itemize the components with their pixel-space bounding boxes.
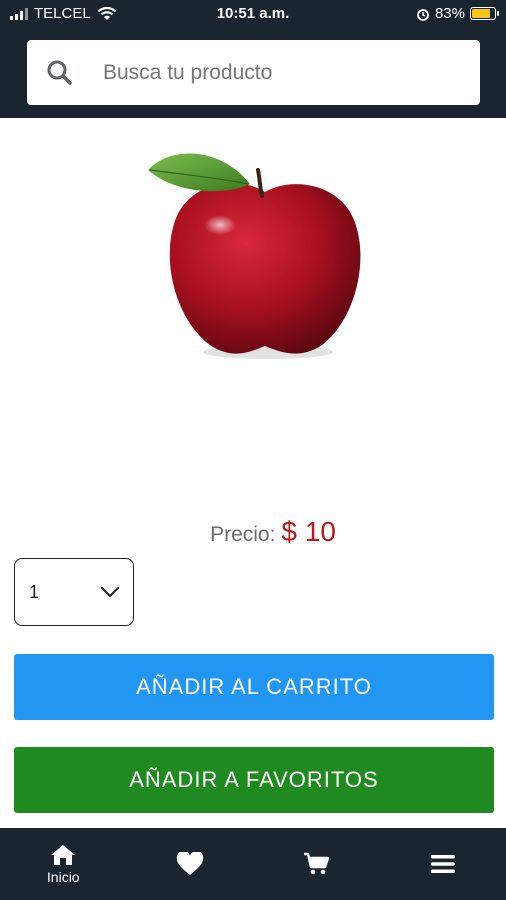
quantity-select[interactable]: 1 [14, 558, 134, 626]
add-to-favorites-button[interactable]: AÑADIR A FAVORITOS [14, 747, 494, 813]
cart-icon[interactable] [303, 852, 330, 876]
menu-icon[interactable] [430, 854, 455, 874]
product-image [148, 153, 361, 359]
nav-favorites[interactable] [127, 828, 254, 900]
home-icon[interactable] [50, 844, 76, 866]
battery-percent: 83% [434, 5, 465, 22]
battery-icon [470, 7, 499, 20]
alarm-icon [417, 8, 429, 21]
header-bar [0, 28, 506, 118]
price-label: Precio: [210, 523, 276, 546]
nav-cart[interactable] [253, 828, 380, 900]
search-bar[interactable] [27, 40, 480, 105]
nav-home-label: Inicio [46, 868, 80, 885]
price: Precio: $ 10 [0, 516, 506, 548]
search-input[interactable] [103, 60, 463, 85]
status-right: 83% [416, 5, 499, 22]
search-icon[interactable] [43, 56, 77, 90]
quantity-value: 1 [29, 581, 40, 602]
price-value: $ 10 [281, 516, 336, 547]
nav-menu[interactable] [380, 828, 506, 900]
nav-home[interactable]: Inicio [0, 828, 127, 900]
status-bar: TELCEL 10:51 a.m. 83% [0, 0, 506, 28]
heart-icon[interactable] [176, 852, 204, 876]
bottom-nav: Inicio [0, 828, 506, 900]
chevron-down-icon [101, 587, 119, 597]
add-to-cart-button[interactable]: AÑADIR AL CARRITO [14, 654, 494, 720]
